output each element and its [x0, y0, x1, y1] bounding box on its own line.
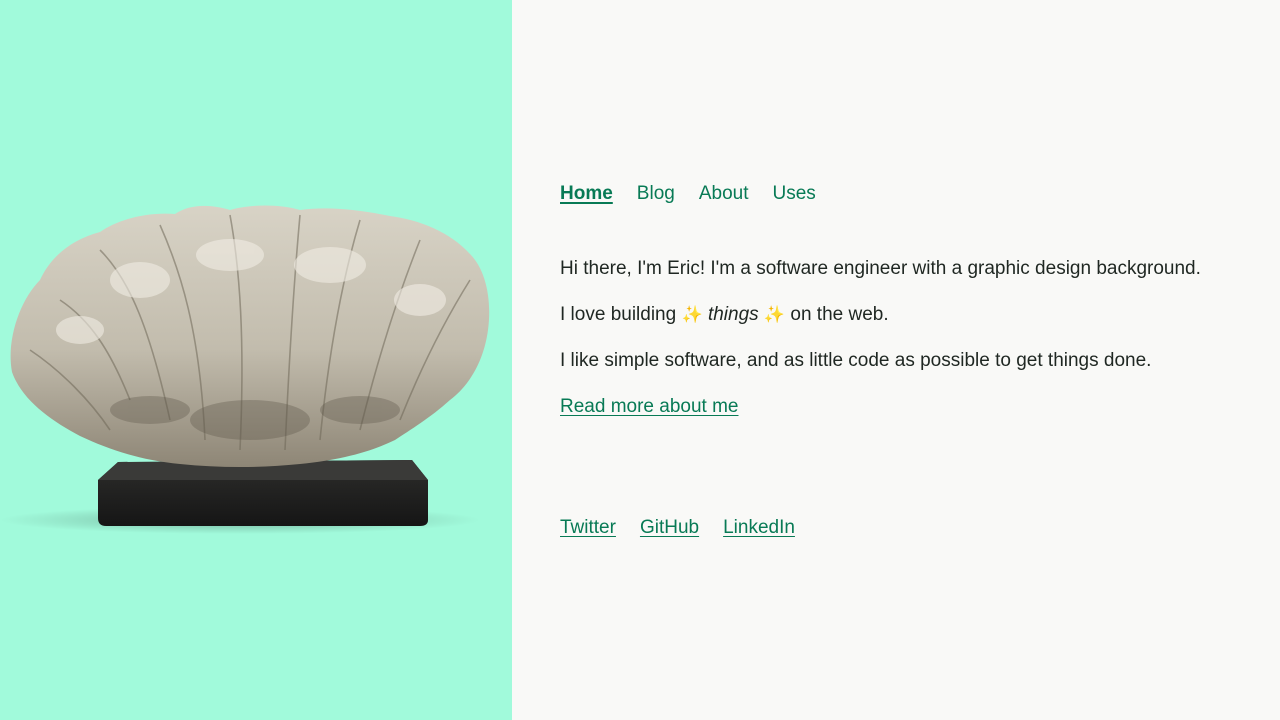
sparkle-icon: ✨ — [681, 305, 703, 324]
linkedin-link[interactable]: LinkedIn — [723, 514, 795, 541]
tagline: I love building ✨ things ✨ on the web. — [560, 301, 1220, 328]
page: Home Blog About Uses Hi there, I'm Eric!… — [0, 0, 1280, 720]
hero-panel — [0, 0, 512, 720]
tagline-emphasis: things — [707, 304, 759, 325]
nav-link-about[interactable]: About — [699, 180, 749, 208]
philosophy-text: I like simple software, and as little co… — [560, 350, 1152, 371]
nav-link-home[interactable]: Home — [560, 180, 613, 208]
social-links: Twitter GitHub LinkedIn — [560, 514, 819, 541]
intro-section: Hi there, I'm Eric! I'm a software engin… — [560, 255, 1220, 439]
intro-text: Hi there, I'm Eric! I'm a software engin… — [560, 258, 1201, 279]
nav-link-blog[interactable]: Blog — [637, 180, 675, 208]
github-link[interactable]: GitHub — [640, 514, 699, 541]
read-more-paragraph: Read more about me — [560, 393, 1220, 420]
read-more-link[interactable]: Read more about me — [560, 396, 739, 417]
nav-link-uses[interactable]: Uses — [772, 180, 815, 208]
tagline-prefix: I love building — [560, 304, 677, 325]
primary-nav: Home Blog About Uses — [560, 180, 840, 208]
main-content: Home Blog About Uses Hi there, I'm Eric!… — [512, 0, 1280, 720]
sparkle-icon: ✨ — [763, 305, 786, 324]
twitter-link[interactable]: Twitter — [560, 514, 616, 541]
tagline-suffix: on the web. — [790, 304, 889, 325]
coral-image — [0, 205, 490, 534]
